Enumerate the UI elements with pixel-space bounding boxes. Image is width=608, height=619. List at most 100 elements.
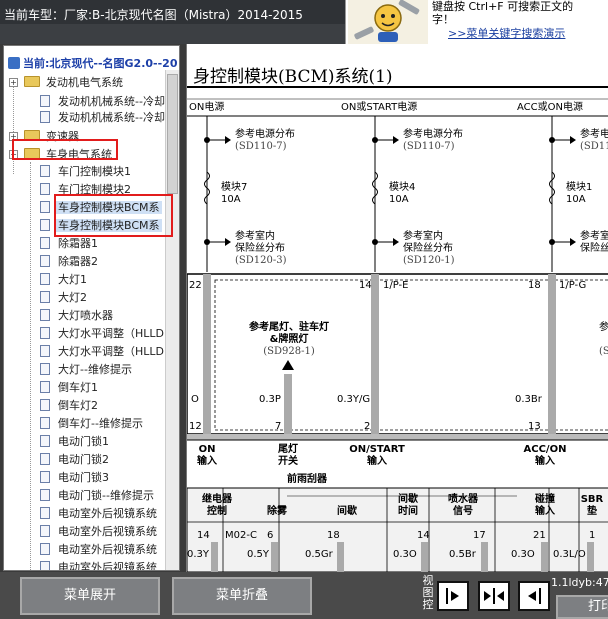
tree-item-label: 倒车灯1 <box>58 381 98 394</box>
lower-pin: 14 <box>197 530 210 541</box>
input-label: 输入 <box>367 456 387 467</box>
tree-doc-item[interactable]: 电动门锁3 <box>40 469 111 487</box>
arrow-left-icon <box>528 588 541 604</box>
hint-panel: 键盘按 Ctrl+F 可搜索正文的 字！ >>菜单关键字搜索演示 <box>345 0 608 44</box>
tree-item-label: 电动门锁3 <box>58 471 109 484</box>
fuse-rating: 10A <box>389 194 409 205</box>
lower-pin: 14 <box>417 530 430 541</box>
view-next-button[interactable] <box>437 581 469 611</box>
tree-item-label: 倒车灯--维修提示 <box>58 417 143 430</box>
lower-pin: 21 <box>533 530 546 541</box>
input-label: ON <box>198 444 216 455</box>
tree-doc-item[interactable]: 发动机机械系统--冷却系 <box>40 109 178 127</box>
tree-doc-item[interactable]: 电动室外后视镜系统 <box>40 505 159 523</box>
document-icon <box>40 111 50 123</box>
tree-item-label: 车门控制模块1 <box>58 165 131 178</box>
tree-doc-item[interactable]: 电动室外后视镜系统 <box>40 541 159 559</box>
wiring-diagram[interactable]: 身控制模块(BCM)系统(1) ON电源 ON或START电源 ACC或ON电源… <box>186 44 608 572</box>
lower-pin: 18 <box>327 530 340 541</box>
tree-doc-item[interactable]: 大灯--维修提示 <box>40 361 134 379</box>
lower-wire-color: 0.3O <box>393 549 417 560</box>
current-vehicle-node[interactable]: 当前:北京现代--名图G2.0--20 <box>8 55 177 71</box>
diagram-title: 身控制模块(BCM)系统(1) <box>193 67 393 87</box>
wire-color: 0.3Br <box>515 394 542 405</box>
document-icon <box>40 201 50 213</box>
document-icon <box>40 327 50 339</box>
menu-tree: 当前:北京现代--名图G2.0--20 + 发动机电气系统发动机机械系统--冷却系… <box>3 45 180 571</box>
folder-icon <box>24 76 40 87</box>
fuse-rating: 10A <box>566 194 586 205</box>
ref-lamp-code: (SD928-1) <box>263 346 315 357</box>
highlight-box <box>12 139 118 160</box>
tree-item-label: 电动室外后视镜系统 <box>58 525 157 538</box>
tree-doc-item[interactable]: 大灯1 <box>40 271 89 289</box>
tree-item-label: 倒车灯2 <box>58 399 98 412</box>
tree-doc-item[interactable]: 大灯2 <box>40 289 89 307</box>
lower-label: 碰撞 <box>535 494 555 505</box>
tree-doc-item[interactable]: 倒车灯--维修提示 <box>40 415 145 433</box>
wiper-title: 前雨刮器 <box>287 474 327 485</box>
tree-doc-item[interactable]: 电动室外后视镜系统 <box>40 559 159 570</box>
fuse-name: 模块4 <box>389 182 416 193</box>
ref-lamp-label: 参考尾灯、驻车灯 <box>249 322 329 333</box>
tree-doc-item[interactable]: 电动门锁2 <box>40 451 111 469</box>
tree-item-label: 大灯2 <box>58 291 87 304</box>
lower-pin: M02-C <box>225 530 257 541</box>
tree-doc-item[interactable]: 倒车灯1 <box>40 379 100 397</box>
document-icon <box>40 561 50 570</box>
document-icon <box>40 471 50 483</box>
ref-fusebox-code: (SD120-3) <box>235 255 287 266</box>
lower-label: 除雾 <box>267 506 287 517</box>
lower-wire-color: 0.5Br <box>449 549 476 560</box>
ref-power-code: (SD110-7) <box>235 141 287 152</box>
tree-scrollbar[interactable] <box>165 70 179 570</box>
print-button[interactable]: 打印 <box>556 595 608 619</box>
ref-fusebox-label: 参考室内 <box>403 231 443 242</box>
tree-item-label: 发动机机械系统--冷却系 <box>58 111 176 124</box>
expand-menu-button[interactable]: 菜单展开 <box>20 577 160 615</box>
document-icon <box>40 399 50 411</box>
tree-item-label: 电动室外后视镜系统 <box>58 507 157 520</box>
lower-label: 间歇 <box>398 494 418 505</box>
tree-guide-line <box>30 162 31 570</box>
document-icon <box>40 453 50 465</box>
fuse-name: 模块1 <box>566 182 593 193</box>
tree-doc-item[interactable]: 大灯水平调整（HLLD <box>40 343 166 361</box>
tree-item-label: 发动机机械系统--冷却系 <box>58 95 176 108</box>
connector-pin: 14 <box>359 280 372 291</box>
tree-doc-item[interactable]: 除霜器1 <box>40 235 100 253</box>
expand-icon[interactable]: + <box>9 78 18 87</box>
input-label: 开关 <box>278 456 298 467</box>
app-window: 当前车型：厂家:B-北京现代名图（Mistra）2014-2015 键盘按 Ct… <box>0 0 608 619</box>
document-icon <box>40 363 50 375</box>
tree-doc-item[interactable]: 车门控制模块1 <box>40 163 133 181</box>
document-icon <box>40 543 50 555</box>
tree-doc-item[interactable]: 电动门锁--维修提示 <box>40 487 156 505</box>
document-icon <box>40 273 50 285</box>
connector-pin: 18 <box>528 280 541 291</box>
tree-folder-item[interactable]: + 发动机电气系统 <box>9 74 125 92</box>
connector-pin: 7 <box>275 421 282 432</box>
view-fit-button[interactable] <box>478 581 510 611</box>
tree-doc-item[interactable]: 除霜器2 <box>40 253 100 271</box>
lower-label: 输入 <box>535 506 555 517</box>
ref-power-code: (SD110-7) <box>580 141 608 152</box>
document-icon <box>40 489 50 501</box>
tree-item-label: 大灯水平调整（HLLD <box>58 345 164 358</box>
ref-fusebox-label: 保险丝分布 <box>403 243 453 254</box>
tree-doc-item[interactable]: 大灯水平调整（HLLD <box>40 325 166 343</box>
tree-doc-item[interactable]: 大灯喷水器 <box>40 307 115 325</box>
tree-doc-item[interactable]: 倒车灯2 <box>40 397 100 415</box>
lower-wire-color: 0.3O <box>511 549 535 560</box>
vehicle-icon <box>8 57 20 69</box>
collapse-menu-button[interactable]: 菜单折叠 <box>172 577 312 615</box>
menu-search-demo-link[interactable]: >>菜单关键字搜索演示 <box>448 25 565 41</box>
tree-item-label: 电动室外后视镜系统 <box>58 543 157 556</box>
view-prev-button[interactable] <box>518 581 550 611</box>
document-icon <box>40 309 50 321</box>
tree-doc-item[interactable]: 电动室外后视镜系统 <box>40 523 159 541</box>
tree-scrollbar-thumb[interactable] <box>167 74 178 194</box>
power-header-on-start: ON或START电源 <box>341 102 418 113</box>
view-control-label: 视图控 <box>422 574 434 611</box>
tree-doc-item[interactable]: 电动门锁1 <box>40 433 111 451</box>
